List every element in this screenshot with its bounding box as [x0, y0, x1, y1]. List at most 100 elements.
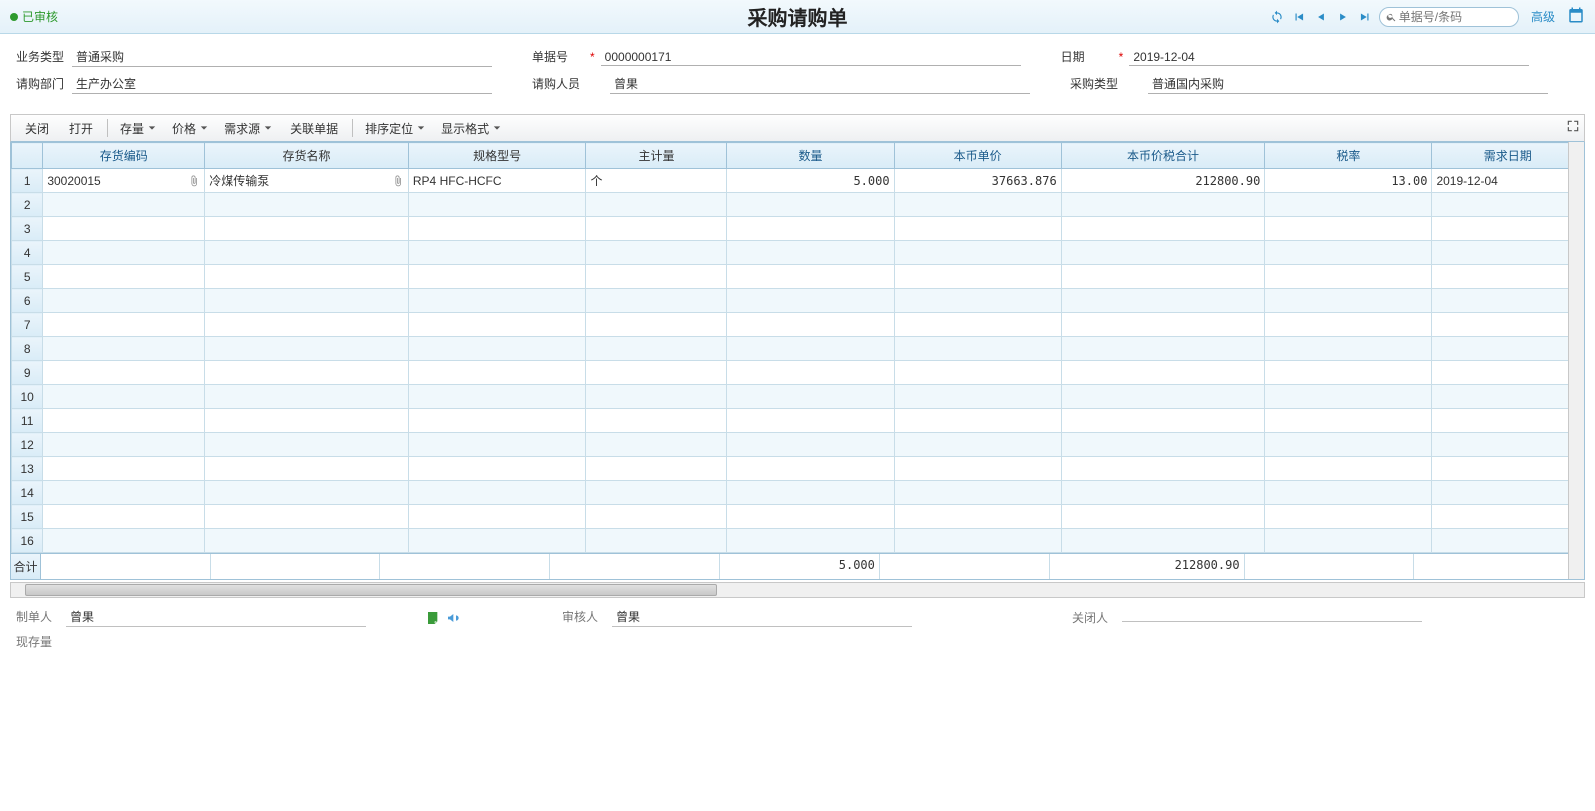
table-row[interactable]: 5: [12, 265, 1584, 289]
col-name[interactable]: 存货名称: [205, 143, 409, 169]
cell-spec[interactable]: RP4 HFC-HCFC: [408, 169, 586, 193]
table-row[interactable]: 8: [12, 337, 1584, 361]
form-area: 业务类型 普通采购 单据号 * 0000000171 日期 * 2019-12-…: [0, 34, 1595, 110]
cell-unit[interactable]: 个: [586, 169, 727, 193]
row-number: 5: [12, 265, 43, 289]
table-row[interactable]: 13: [12, 457, 1584, 481]
search-icon: [1386, 11, 1397, 23]
row-number: 12: [12, 433, 43, 457]
cell-code[interactable]: 30020015: [43, 169, 205, 193]
table-row[interactable]: 3: [12, 217, 1584, 241]
col-rownum[interactable]: [12, 143, 43, 169]
expand-icon[interactable]: [1566, 119, 1580, 136]
doc-no-label: 单据号: [532, 48, 588, 65]
stock-dropdown[interactable]: 存量: [114, 118, 162, 139]
chevron-down-icon: [148, 124, 156, 132]
scroll-thumb[interactable]: [25, 584, 717, 596]
close-button[interactable]: 关闭: [17, 118, 57, 139]
demand-dropdown[interactable]: 需求源: [218, 118, 278, 139]
note-icon[interactable]: [426, 610, 442, 626]
related-button[interactable]: 关联单据: [282, 118, 346, 139]
search-box[interactable]: [1379, 7, 1519, 27]
col-unit[interactable]: 主计量: [586, 143, 727, 169]
table-row[interactable]: 12: [12, 433, 1584, 457]
table-row[interactable]: 6: [12, 289, 1584, 313]
doc-no-field[interactable]: 0000000171: [601, 50, 1021, 66]
table-row[interactable]: 16: [12, 529, 1584, 553]
table-row[interactable]: 10: [12, 385, 1584, 409]
col-amount[interactable]: 本币价税合计: [1061, 143, 1265, 169]
col-reqdate[interactable]: 需求日期: [1432, 143, 1584, 169]
table-row[interactable]: 14: [12, 481, 1584, 505]
dept-field[interactable]: 生产办公室: [72, 75, 492, 94]
col-code[interactable]: 存货编码: [43, 143, 205, 169]
purchase-type-label: 采购类型: [1070, 75, 1126, 92]
chevron-down-icon: [200, 124, 208, 132]
table-row[interactable]: 130020015冷煤传输泵RP4 HFC-HCFC个5.00037663.87…: [12, 169, 1584, 193]
price-dropdown[interactable]: 价格: [166, 118, 214, 139]
col-price[interactable]: 本币单价: [894, 143, 1061, 169]
stock-label: 现存量: [16, 633, 66, 650]
sort-dropdown[interactable]: 排序定位: [359, 118, 431, 139]
footer-area: 制单人 曾果 审核人 曾果 关闭人 现存量: [0, 598, 1595, 660]
attachment-icon[interactable]: [188, 175, 200, 187]
table-row[interactable]: 11: [12, 409, 1584, 433]
horizontal-scrollbar[interactable]: [10, 582, 1585, 598]
row-number: 9: [12, 361, 43, 385]
first-icon[interactable]: [1291, 9, 1307, 25]
cell-reqdate[interactable]: 2019-12-04: [1432, 169, 1584, 193]
attachment-icon[interactable]: [392, 175, 404, 187]
required-icon: *: [590, 50, 595, 64]
table-row[interactable]: 15: [12, 505, 1584, 529]
cell-qty[interactable]: 5.000: [727, 169, 894, 193]
cell-name[interactable]: 冷煤传输泵: [205, 169, 409, 193]
status-badge: 已审核: [10, 8, 58, 25]
cell-price[interactable]: 37663.876: [894, 169, 1061, 193]
chevron-down-icon: [417, 124, 425, 132]
business-type-field[interactable]: 普通采购: [72, 48, 492, 67]
table-row[interactable]: 2: [12, 193, 1584, 217]
col-spec[interactable]: 规格型号: [408, 143, 586, 169]
row-number: 16: [12, 529, 43, 553]
open-button[interactable]: 打开: [61, 118, 101, 139]
table-row[interactable]: 4: [12, 241, 1584, 265]
person-field[interactable]: 曾果: [610, 75, 1030, 94]
chevron-down-icon: [264, 124, 272, 132]
row-number: 3: [12, 217, 43, 241]
date-field[interactable]: 2019-12-04: [1129, 50, 1529, 66]
date-label: 日期: [1061, 48, 1117, 65]
row-number: 13: [12, 457, 43, 481]
col-tax[interactable]: 税率: [1265, 143, 1432, 169]
status-text: 已审核: [22, 8, 58, 25]
row-number: 1: [12, 169, 43, 193]
table-row[interactable]: 9: [12, 361, 1584, 385]
announce-icon[interactable]: [446, 610, 462, 626]
vertical-scrollbar[interactable]: [1568, 142, 1584, 579]
col-qty[interactable]: 数量: [727, 143, 894, 169]
last-icon[interactable]: [1357, 9, 1373, 25]
table-row[interactable]: 7: [12, 313, 1584, 337]
header-row: 存货编码 存货名称 规格型号 主计量 数量 本币单价 本币价税合计 税率 需求日…: [12, 143, 1584, 169]
totals-amount: 212800.90: [1050, 554, 1245, 579]
purchase-type-field[interactable]: 普通国内采购: [1148, 75, 1548, 94]
row-number: 10: [12, 385, 43, 409]
cell-tax[interactable]: 13.00: [1265, 169, 1432, 193]
dept-label: 请购部门: [16, 75, 72, 92]
data-grid[interactable]: 存货编码 存货名称 规格型号 主计量 数量 本币单价 本币价税合计 税率 需求日…: [11, 142, 1584, 553]
grid-toolbar: 关闭 打开 存量 价格 需求源 关联单据 排序定位 显示格式: [10, 114, 1585, 142]
person-label: 请购人员: [532, 75, 588, 92]
row-number: 4: [12, 241, 43, 265]
maker-field: 曾果: [66, 608, 366, 627]
calendar-icon[interactable]: [1567, 6, 1585, 27]
advanced-link[interactable]: 高级: [1531, 8, 1555, 25]
required-icon: *: [1119, 50, 1124, 64]
row-number: 14: [12, 481, 43, 505]
refresh-icon[interactable]: [1269, 9, 1285, 25]
next-icon[interactable]: [1335, 9, 1351, 25]
page-title: 采购请购单: [748, 2, 848, 31]
search-input[interactable]: [1399, 10, 1512, 24]
cell-amount[interactable]: 212800.90: [1061, 169, 1265, 193]
closer-field: [1122, 620, 1422, 622]
prev-icon[interactable]: [1313, 9, 1329, 25]
display-dropdown[interactable]: 显示格式: [435, 118, 507, 139]
